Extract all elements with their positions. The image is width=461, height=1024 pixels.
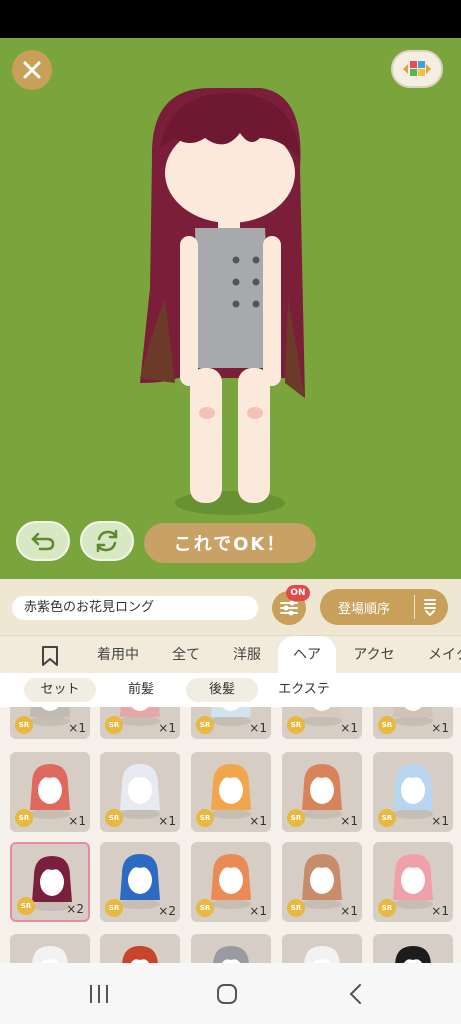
- rotate-button[interactable]: [80, 521, 134, 561]
- hair-item-card[interactable]: SR: [10, 934, 90, 963]
- item-count: ×1: [249, 904, 267, 918]
- rarity-badge: SR: [287, 716, 305, 734]
- hair-item-card[interactable]: SR ×1: [10, 752, 90, 832]
- rarity-badge: SR: [17, 897, 35, 915]
- hair-item-thumbnail: [32, 946, 68, 963]
- hair-item-card[interactable]: SR ×1: [191, 842, 271, 922]
- hair-item-thumbnail: [122, 946, 158, 963]
- sort-order-button[interactable]: 登場順序: [320, 589, 448, 625]
- hair-item-thumbnail: [304, 946, 340, 963]
- hair-item-card[interactable]: SR ×1: [373, 707, 453, 739]
- hair-item-thumbnail: [395, 946, 431, 963]
- sort-order-label: 登場順序: [338, 601, 391, 617]
- item-toolbar: 赤紫色のお花見ロング ON 登場順序: [0, 579, 461, 635]
- subtab-extensions[interactable]: エクステ: [270, 678, 338, 702]
- hair-item-card[interactable]: SR ×1: [373, 752, 453, 832]
- item-count: ×1: [340, 814, 358, 828]
- subtab-front-hair[interactable]: 前髪: [108, 678, 174, 702]
- palette-grid-icon: [403, 61, 431, 76]
- hair-item-card[interactable]: SR ×1: [191, 707, 271, 739]
- close-button[interactable]: [12, 50, 52, 90]
- hair-item-card[interactable]: SR ×1: [282, 842, 362, 922]
- home-icon[interactable]: [216, 983, 238, 1005]
- item-count: ×1: [249, 721, 267, 735]
- close-icon: [23, 61, 41, 79]
- sliders-icon: [280, 600, 298, 616]
- rarity-badge: SR: [378, 716, 396, 734]
- item-count: ×1: [340, 904, 358, 918]
- item-count: ×2: [66, 902, 84, 916]
- tab-all[interactable]: 全て: [160, 636, 212, 674]
- rarity-badge: SR: [287, 809, 305, 827]
- status-bar: [0, 0, 461, 38]
- rarity-badge: SR: [105, 716, 123, 734]
- undo-button[interactable]: [16, 521, 70, 561]
- hair-item-card[interactable]: SR ×1: [100, 752, 180, 832]
- system-navigation-bar: [0, 963, 461, 1024]
- item-count: ×1: [431, 904, 449, 918]
- hair-item-card[interactable]: SR ×1: [191, 752, 271, 832]
- item-count: ×1: [68, 721, 86, 735]
- bookmark-icon[interactable]: [40, 645, 60, 667]
- hair-item-grid: SR ×1 SR ×1 SR ×1 SR ×1 SR ×1 SR ×1 SR ×1 SR ×1 SR ×1 SR ×1…: [0, 707, 461, 963]
- back-icon[interactable]: [348, 983, 364, 1005]
- rarity-badge: SR: [378, 809, 396, 827]
- subtab-back-hair[interactable]: 後髪: [186, 678, 258, 702]
- tab-wearing[interactable]: 着用中: [86, 636, 150, 674]
- dressup-stage: これでOK！: [0, 38, 461, 579]
- hair-item-card[interactable]: SR ×2: [10, 842, 90, 922]
- sort-direction-icon[interactable]: [423, 597, 437, 617]
- item-count: ×1: [158, 721, 176, 735]
- rarity-badge: SR: [196, 899, 214, 917]
- subtab-set[interactable]: セット: [24, 678, 96, 702]
- item-count: ×1: [68, 814, 86, 828]
- filter-on-badge: ON: [286, 585, 310, 601]
- hair-item-card[interactable]: SR ×1: [282, 707, 362, 739]
- recent-apps-icon[interactable]: [88, 983, 110, 1005]
- rotate-icon: [96, 529, 118, 553]
- hair-item-card[interactable]: SR: [282, 934, 362, 963]
- hair-item-thumbnail: [213, 946, 249, 963]
- hair-item-card[interactable]: SR ×1: [100, 707, 180, 739]
- hair-item-card[interactable]: SR ×1: [282, 752, 362, 832]
- item-name-field: 赤紫色のお花見ロング: [12, 596, 258, 620]
- item-count: ×1: [249, 814, 267, 828]
- item-count: ×1: [431, 721, 449, 735]
- hair-item-card[interactable]: SR: [191, 934, 271, 963]
- hair-item-card[interactable]: SR ×1: [373, 842, 453, 922]
- category-tabs: 着用中 全て 洋服 ヘア アクセ メイク: [0, 635, 461, 674]
- rarity-badge: SR: [105, 899, 123, 917]
- item-count: ×1: [340, 721, 358, 735]
- confirm-ok-button[interactable]: これでOK！: [144, 523, 316, 563]
- tab-clothes[interactable]: 洋服: [220, 636, 274, 674]
- doll-character: [140, 88, 305, 515]
- rarity-badge: SR: [287, 899, 305, 917]
- rarity-badge: SR: [105, 809, 123, 827]
- color-palette-button[interactable]: [391, 50, 443, 88]
- tab-hair[interactable]: ヘア: [278, 636, 336, 674]
- hair-item-card[interactable]: SR ×2: [100, 842, 180, 922]
- undo-icon: [31, 532, 55, 551]
- hair-item-card[interactable]: SR: [100, 934, 180, 963]
- hair-item-card[interactable]: SR ×1: [10, 707, 90, 739]
- rarity-badge: SR: [15, 809, 33, 827]
- hair-item-card[interactable]: SR: [373, 934, 453, 963]
- rarity-badge: SR: [15, 716, 33, 734]
- rarity-badge: SR: [196, 809, 214, 827]
- item-count: ×1: [431, 814, 449, 828]
- rarity-badge: SR: [378, 899, 396, 917]
- rarity-badge: SR: [196, 716, 214, 734]
- tab-makeup[interactable]: メイク: [416, 636, 461, 674]
- hair-subtabs: セット 前髪 後髪 エクステ: [0, 673, 461, 707]
- sort-divider: [414, 595, 415, 619]
- item-count: ×2: [158, 904, 176, 918]
- item-count: ×1: [158, 814, 176, 828]
- tab-accessories[interactable]: アクセ: [342, 636, 406, 674]
